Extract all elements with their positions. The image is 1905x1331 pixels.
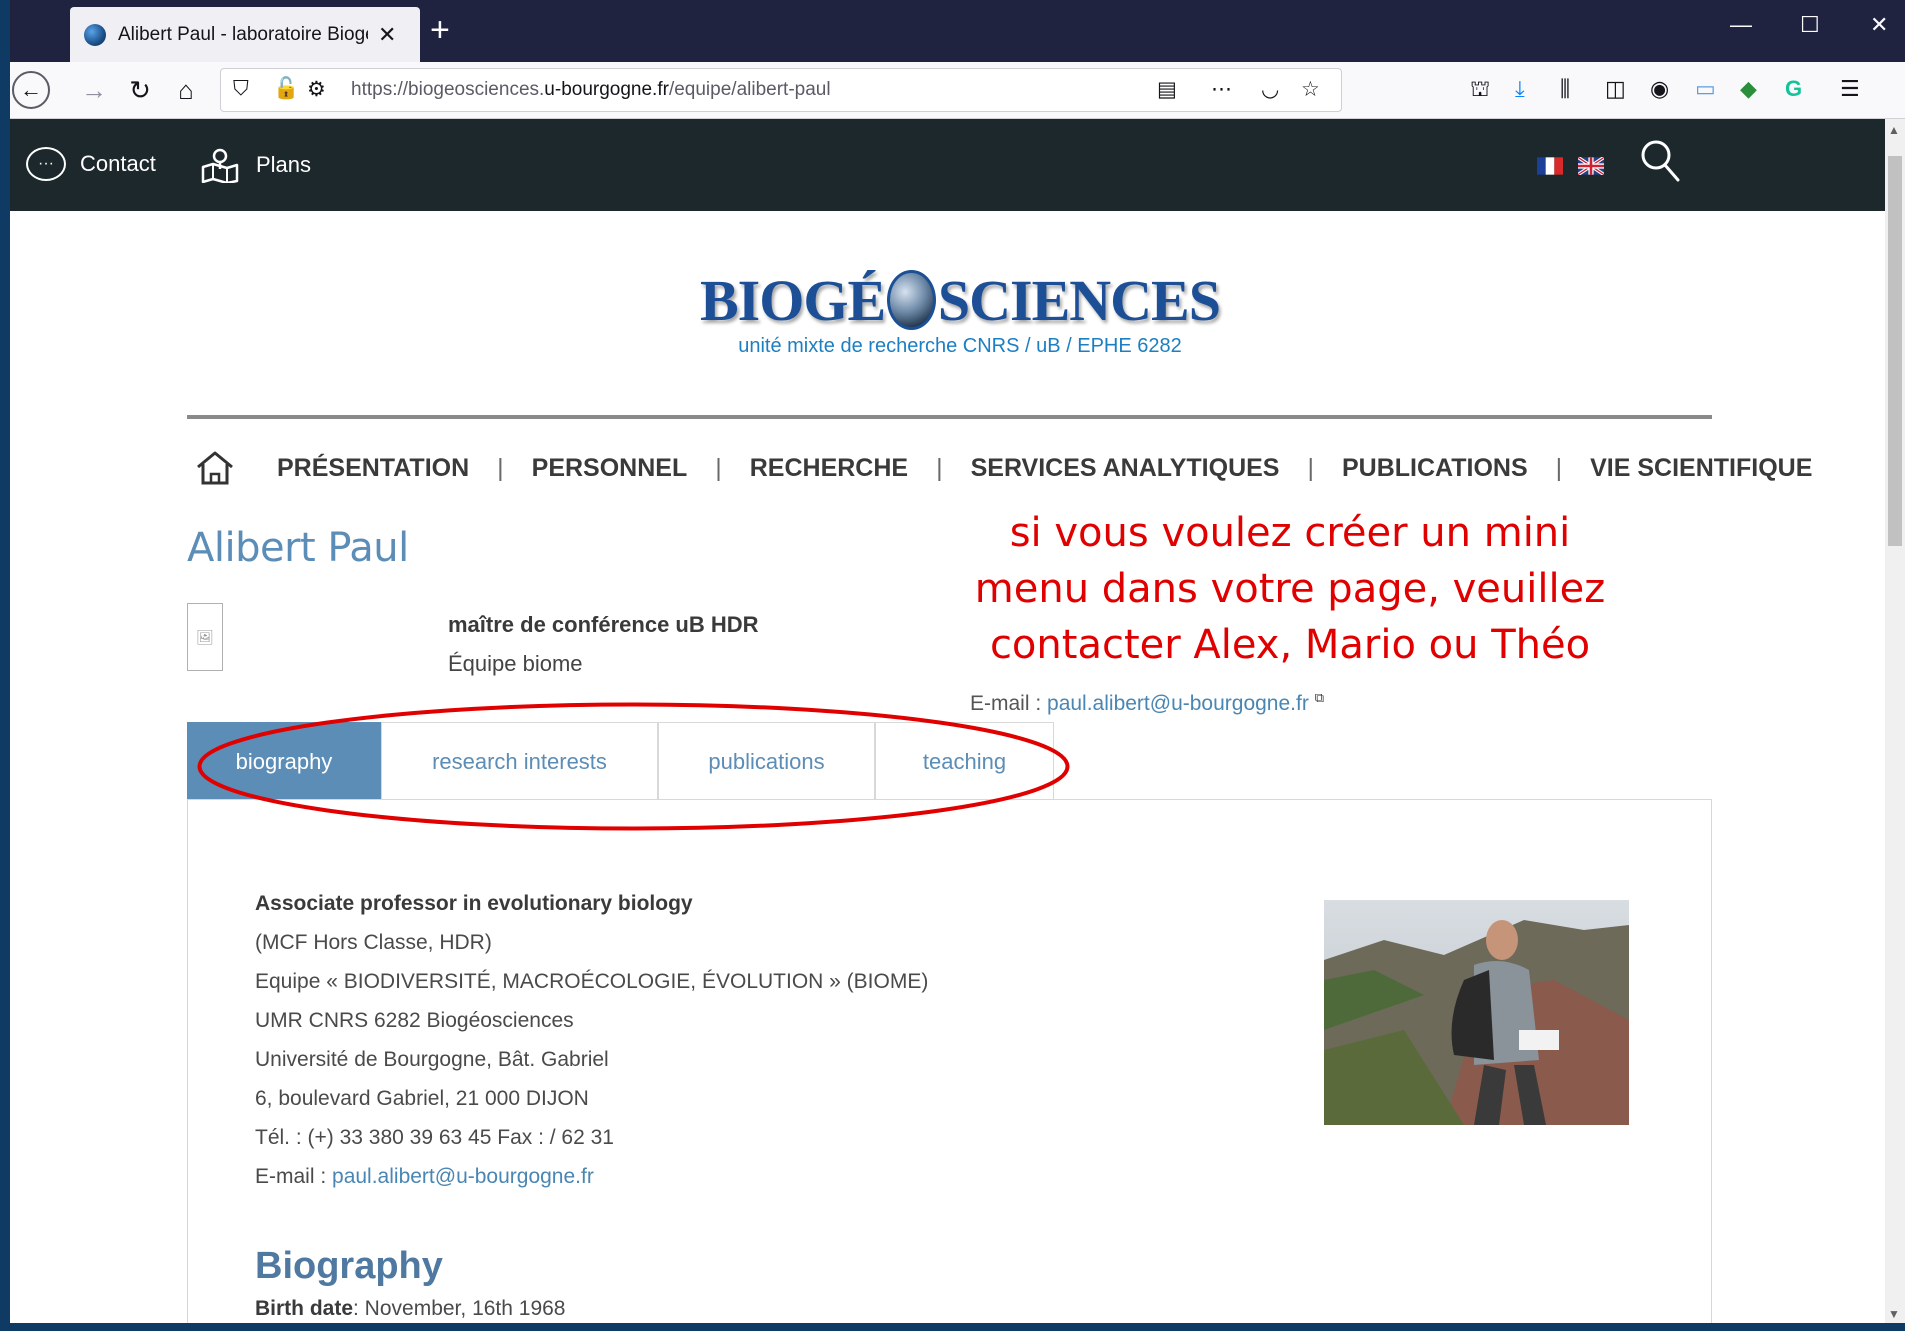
annotation-line: contacter Alex, Mario ou Théo: [989, 622, 1591, 668]
nav-separator: |: [715, 453, 722, 482]
browser-toolbar: ← → ↻ ⌂ ⛉ 🔓 ⚙ https://biogeosciences.u-b…: [10, 62, 1905, 119]
nav-separator: |: [1555, 453, 1563, 482]
globe-favicon-icon: [84, 23, 106, 46]
red-annotation-text: si vous voulez créer un mini menu dans v…: [960, 505, 1620, 673]
contact-label: Contact: [80, 151, 156, 176]
reload-icon[interactable]: ↻: [122, 72, 158, 108]
bio-line: Equipe « BIODIVERSITÉ, MACROÉCOLOGIE, ÉV…: [255, 970, 929, 993]
menu-icon[interactable]: ☰: [1840, 76, 1860, 102]
annotation-line: si vous voulez créer un mini: [1009, 510, 1571, 556]
search-icon[interactable]: [1640, 139, 1680, 183]
collections-icon[interactable]: ⛫: [1470, 76, 1490, 105]
chat-bubble-icon: ···: [26, 147, 66, 181]
nav-separator: |: [936, 453, 943, 482]
tab-strip: Alibert Paul - laboratoire Biogé ✕ + — ☐…: [10, 0, 1905, 62]
profile-tabs: biography research interests publication…: [187, 722, 1054, 800]
forward-icon[interactable]: →: [76, 72, 112, 108]
birth-date-label: Birth date: [255, 1297, 354, 1320]
shield-icon[interactable]: ⛉: [233, 77, 249, 101]
nav-personnel[interactable]: PERSONNEL: [532, 454, 688, 483]
bio-email-line: E-mail : paul.alibert@u-bourgogne.fr: [255, 1157, 928, 1196]
bio-email-link[interactable]: paul.alibert@u-bourgogne.fr: [332, 1165, 594, 1188]
back-icon[interactable]: ←: [12, 71, 50, 109]
close-tab-icon[interactable]: ✕: [378, 22, 396, 48]
nav-recherche[interactable]: RECHERCHE: [750, 454, 908, 483]
grammarly-icon[interactable]: G: [1785, 76, 1802, 102]
library-icon[interactable]: ⫼: [1560, 76, 1570, 102]
reader-view-icon[interactable]: ▤: [1157, 77, 1177, 102]
tab-research-interests[interactable]: research interests: [381, 722, 658, 800]
site-subtitle: unité mixte de recherche CNRS / uB / EPH…: [738, 335, 1182, 357]
close-window-icon[interactable]: ✕: [1870, 12, 1888, 38]
tab-teaching[interactable]: teaching: [875, 722, 1054, 800]
nav-separator: |: [1307, 453, 1314, 482]
page-actions-icon[interactable]: ⋯: [1211, 77, 1232, 102]
email-label: E-mail :: [970, 692, 1048, 715]
nav-presentation[interactable]: PRÉSENTATION: [277, 454, 469, 483]
nav-publications[interactable]: PUBLICATIONS: [1342, 454, 1528, 483]
french-flag-icon[interactable]: [1537, 157, 1563, 175]
nav-vie-scientifique[interactable]: VIE SCIENTIFIQUE: [1590, 454, 1812, 483]
bio-block: Associate professor in evolutionary biol…: [255, 884, 928, 1196]
new-tab-icon[interactable]: +: [430, 10, 450, 50]
globe-logo-icon: [887, 270, 936, 330]
home-icon[interactable]: ⌂: [168, 72, 204, 108]
browser-window: Alibert Paul - laboratoire Biogé ✕ + — ☐…: [10, 0, 1905, 1323]
address-bar[interactable]: ⛉ 🔓 ⚙ https://biogeosciences.u-bourgogne…: [220, 68, 1342, 112]
biography-heading: Biography: [255, 1245, 443, 1287]
permissions-icon[interactable]: ⚙: [307, 77, 326, 102]
nav-separator: |: [497, 453, 504, 482]
scroll-down-icon[interactable]: ▼: [1888, 1307, 1900, 1321]
contact-link[interactable]: ··· Contact: [26, 147, 156, 181]
bio-line: UMR CNRS 6282 Biogéosciences: [255, 1009, 574, 1032]
map-pin-icon: [201, 148, 239, 183]
maximize-icon[interactable]: ☐: [1800, 12, 1820, 38]
extension-icon[interactable]: ◆: [1740, 76, 1757, 102]
sidebar-icon[interactable]: ◫: [1605, 76, 1626, 102]
logo-text-left: BIOGÉ: [700, 267, 886, 333]
logo-text-right: SCIENCES: [937, 267, 1221, 333]
bio-line: (MCF Hors Classe, HDR): [255, 931, 492, 954]
main-navigation: PRÉSENTATION | PERSONNEL | RECHERCHE | S…: [195, 446, 1812, 490]
nav-services-analytiques[interactable]: SERVICES ANALYTIQUES: [971, 454, 1280, 483]
person-role: maître de conférence uB HDR: [448, 612, 759, 637]
header-divider: [187, 415, 1712, 419]
annotation-line: menu dans votre page, veuillez: [974, 566, 1606, 612]
broken-image-icon: 🖼: [187, 603, 223, 671]
tab-biography[interactable]: biography: [187, 722, 381, 800]
scroll-thumb[interactable]: [1888, 156, 1902, 546]
bio-title: Associate professor in evolutionary biol…: [255, 892, 693, 915]
external-link-icon: ⧉: [1314, 690, 1324, 705]
bio-line: Université de Bourgogne, Bât. Gabriel: [255, 1048, 609, 1071]
birth-date: Birth date: November, 16th 1968: [255, 1297, 566, 1321]
home-nav-icon[interactable]: [195, 450, 235, 486]
tab-title: Alibert Paul - laboratoire Biogé: [118, 23, 368, 45]
site-logo[interactable]: BIOGÉ SCIENCES: [700, 268, 1221, 333]
url-text: https://biogeosciences.u-bourgogne.fr/eq…: [351, 79, 831, 100]
page-title: Alibert Paul: [187, 525, 409, 571]
person-team: Équipe biome: [448, 651, 583, 676]
document-extension-icon[interactable]: ▭: [1695, 76, 1716, 102]
account-icon[interactable]: ◉: [1650, 76, 1669, 102]
bio-line: Tél. : (+) 33 380 39 63 45 Fax : / 62 31: [255, 1126, 614, 1149]
profile-photo: [1324, 900, 1629, 1125]
plans-link[interactable]: Plans: [200, 147, 311, 183]
uk-flag-icon[interactable]: [1578, 157, 1604, 175]
birth-date-value: : November, 16th 1968: [353, 1297, 566, 1320]
bio-line: 6, boulevard Gabriel, 21 000 DIJON: [255, 1087, 589, 1110]
page-scrollbar[interactable]: ▲ ▼: [1885, 119, 1905, 1323]
tab-publications[interactable]: publications: [658, 722, 875, 800]
person-email: E-mail : paul.alibert@u-bourgogne.fr ⧉: [970, 690, 1324, 716]
plans-label: Plans: [256, 152, 312, 177]
bio-email-label: E-mail :: [255, 1165, 333, 1188]
insecure-lock-icon[interactable]: 🔓: [273, 77, 299, 101]
minimize-icon[interactable]: —: [1730, 12, 1752, 38]
browser-tab[interactable]: Alibert Paul - laboratoire Biogé ✕: [70, 7, 420, 62]
bookmark-star-icon[interactable]: ☆: [1301, 77, 1320, 102]
scroll-up-icon[interactable]: ▲: [1888, 123, 1900, 137]
download-icon[interactable]: ⤓: [1515, 76, 1525, 102]
email-link[interactable]: paul.alibert@u-bourgogne.fr: [1047, 692, 1309, 715]
pocket-icon[interactable]: ◡: [1261, 77, 1279, 102]
site-top-bar: ··· Contact Plans: [10, 119, 1885, 211]
